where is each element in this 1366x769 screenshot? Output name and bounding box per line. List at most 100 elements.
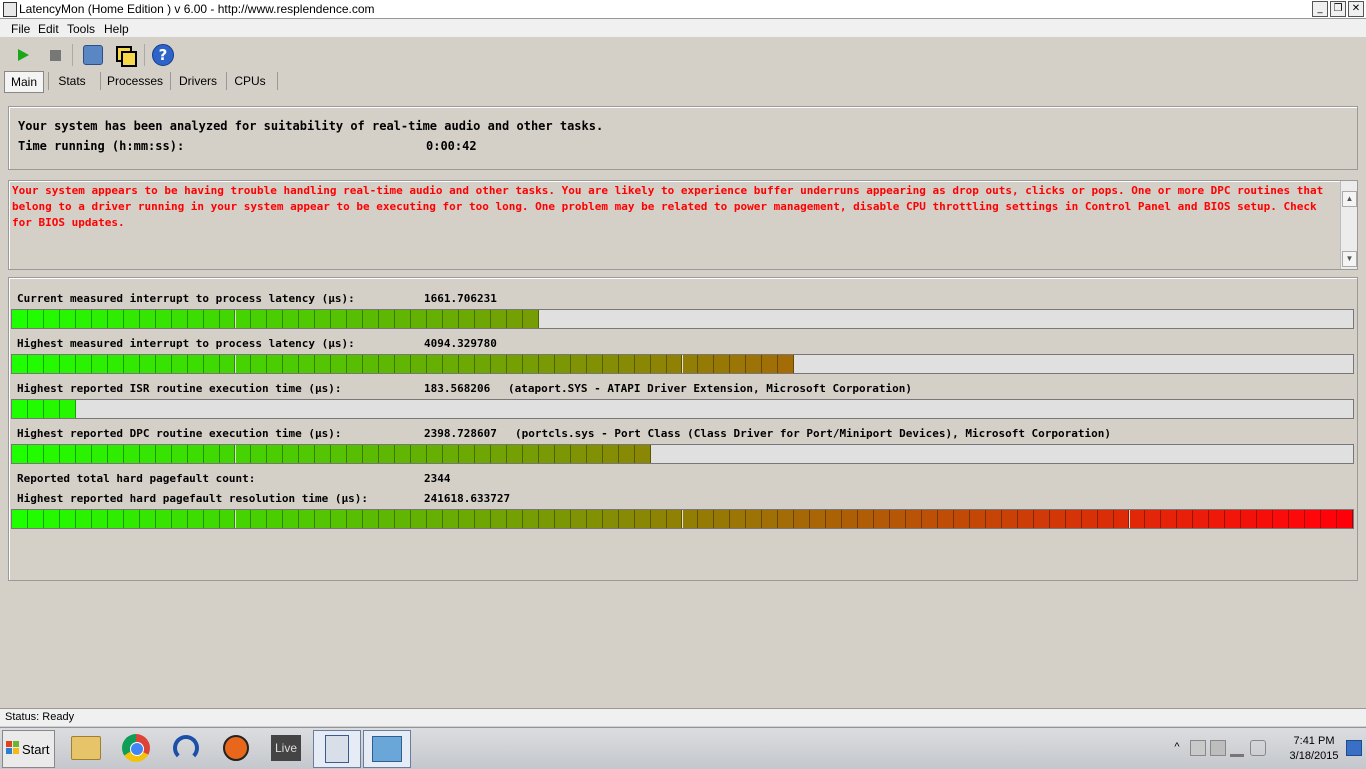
windows-icon: [116, 46, 137, 67]
latency-meter: [11, 399, 1354, 419]
meter-segment: [347, 510, 364, 528]
menu-help[interactable]: Help: [104, 22, 129, 36]
taskbar-audacity[interactable]: [163, 730, 209, 766]
tab-stats[interactable]: Stats: [52, 71, 92, 91]
options-button[interactable]: [80, 42, 106, 68]
latency-meter: [11, 444, 1354, 464]
meter-segment: [219, 355, 236, 373]
warning-scrollbar[interactable]: ▲ ▼: [1340, 181, 1357, 269]
meter-segment: [1033, 510, 1050, 528]
meter-segment: [203, 510, 220, 528]
meter-segment: [490, 310, 507, 328]
tab-separator: [226, 72, 227, 90]
meter-segment: [586, 355, 603, 373]
meter-segment: [27, 400, 44, 418]
meter-segment: [379, 510, 396, 528]
meter-segment: [363, 310, 380, 328]
taskbar-live[interactable]: Live: [263, 730, 309, 766]
meter-segment: [411, 445, 428, 463]
tab-main[interactable]: Main: [4, 71, 44, 93]
tab-drivers[interactable]: Drivers: [176, 71, 220, 91]
meter-segment: [538, 355, 555, 373]
meter-segment: [235, 355, 252, 373]
meter-segment: [730, 510, 747, 528]
minimize-button[interactable]: _: [1312, 1, 1328, 17]
meter-segment: [762, 510, 779, 528]
meter-segment: [43, 400, 60, 418]
meter-segment: [251, 355, 268, 373]
meter-segment: [331, 310, 348, 328]
menu-tools[interactable]: Tools: [67, 22, 95, 36]
tray-expand-icon[interactable]: ^: [1170, 740, 1184, 754]
windows-button[interactable]: [112, 42, 138, 68]
meter-segment: [91, 445, 108, 463]
meter-segment: [427, 445, 444, 463]
network-icon[interactable]: [1230, 740, 1244, 757]
meter-segment: [810, 510, 827, 528]
meter-segment: [1001, 510, 1018, 528]
warning-panel[interactable]: Your system appears to be having trouble…: [8, 180, 1358, 270]
tab-separator: [170, 72, 171, 90]
meter-segment: [427, 355, 444, 373]
meter-segment: [443, 510, 459, 528]
volume-icon[interactable]: [1250, 740, 1266, 756]
menu-edit[interactable]: Edit: [38, 22, 59, 36]
meter-segment: [12, 445, 28, 463]
metric-label: Highest measured interrupt to process la…: [17, 337, 355, 350]
clock[interactable]: 7:41 PM 3/18/2015: [1286, 734, 1342, 764]
toolbar-separator: [144, 44, 145, 66]
meter-segment: [43, 310, 60, 328]
meter-segment: [618, 510, 635, 528]
action-center-icon[interactable]: [1190, 740, 1206, 756]
meter-segment: [618, 445, 635, 463]
stop-monitoring-button[interactable]: [42, 42, 68, 68]
metric-label: Highest reported ISR routine execution t…: [17, 382, 342, 395]
show-desktop-icon[interactable]: [1346, 740, 1362, 756]
scroll-down-arrow-icon[interactable]: ▼: [1342, 251, 1357, 267]
meter-segment: [443, 355, 459, 373]
taskbar: Start Live ^ 7:41 PM 3/18/2015: [0, 727, 1366, 769]
taskbar-latencymon[interactable]: [313, 730, 361, 768]
meter-segment: [634, 355, 651, 373]
meter-segment: [602, 510, 619, 528]
meter-segment: [1273, 510, 1290, 528]
meter-segment: [27, 310, 44, 328]
meter-segment: [123, 310, 140, 328]
start-button[interactable]: Start: [2, 730, 55, 768]
taskbar-monitor[interactable]: [363, 730, 411, 768]
taskbar-chrome[interactable]: [113, 730, 159, 766]
start-monitoring-button[interactable]: [10, 42, 36, 68]
meter-segment: [730, 355, 747, 373]
meter-segment: [331, 510, 348, 528]
meter-segment: [395, 510, 412, 528]
metric-value: 1661.706231: [424, 292, 497, 305]
restore-button[interactable]: ❐: [1330, 1, 1346, 17]
device-icon[interactable]: [1210, 740, 1226, 756]
taskbar-explorer[interactable]: [63, 730, 109, 766]
menu-bar: File Edit Tools Help: [0, 19, 1366, 37]
meter-segment: [1161, 510, 1178, 528]
meter-segment: [347, 445, 364, 463]
meter-segment: [602, 445, 619, 463]
meter-segment: [363, 445, 380, 463]
tab-cpus[interactable]: CPUs: [232, 71, 268, 91]
meter-segment: [490, 510, 507, 528]
meter-segment: [251, 510, 268, 528]
taskbar-reason[interactable]: [213, 730, 259, 766]
window-title: LatencyMon (Home Edition ) v 6.00 - http…: [19, 2, 375, 16]
scroll-up-arrow-icon[interactable]: ▲: [1342, 191, 1357, 207]
latency-meter: [11, 354, 1354, 374]
meter-segment: [522, 510, 539, 528]
close-button[interactable]: ✕: [1348, 1, 1364, 17]
meter-segment: [155, 445, 172, 463]
meter-segment: [506, 355, 523, 373]
reason-icon: [223, 735, 249, 761]
meter-segment: [347, 355, 364, 373]
tab-processes[interactable]: Processes: [106, 71, 164, 91]
meter-segment: [858, 510, 875, 528]
clock-date: 3/18/2015: [1289, 750, 1339, 762]
menu-file[interactable]: File: [11, 22, 30, 36]
help-button[interactable]: ?: [150, 42, 176, 68]
metric-label: Highest reported hard pagefault resoluti…: [17, 492, 368, 505]
meter-segment: [379, 445, 396, 463]
